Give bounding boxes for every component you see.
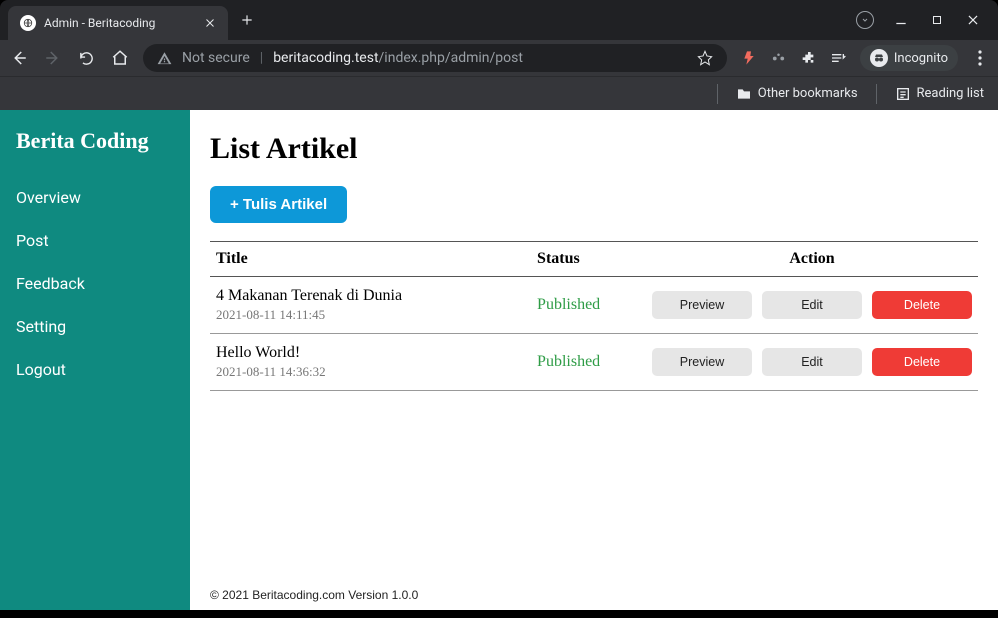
- browser-tab[interactable]: Admin - Beritacoding: [8, 6, 228, 40]
- brand-title: Berita Coding: [16, 128, 174, 154]
- sidebar: Berita Coding Overview Post Feedback Set…: [0, 110, 190, 610]
- close-icon[interactable]: [204, 17, 216, 29]
- main-content: List Artikel + Tulis Artikel Title Statu…: [190, 110, 998, 610]
- extensions-icon[interactable]: [800, 50, 816, 66]
- minimize-icon[interactable]: [892, 11, 910, 29]
- reading-list[interactable]: Reading list: [895, 86, 984, 102]
- sidebar-item-overview[interactable]: Overview: [16, 176, 174, 219]
- folder-icon: [736, 86, 752, 102]
- address-bar[interactable]: Not secure | beritacoding.test/index.php…: [143, 44, 727, 72]
- tab-title: Admin - Beritacoding: [44, 16, 155, 30]
- edit-button[interactable]: Edit: [762, 291, 862, 319]
- preview-button[interactable]: Preview: [652, 291, 752, 319]
- sidebar-item-logout[interactable]: Logout: [16, 348, 174, 391]
- footer-text: © 2021 Beritacoding.com Version 1.0.0: [210, 578, 978, 602]
- page-title: List Artikel: [210, 132, 978, 166]
- table-row: Hello World! 2021-08-11 14:36:32 Publish…: [210, 334, 978, 391]
- delete-button[interactable]: Delete: [872, 291, 972, 319]
- row-date: 2021-08-11 14:36:32: [216, 364, 525, 380]
- other-bookmarks[interactable]: Other bookmarks: [736, 86, 858, 102]
- reading-list-label: Reading list: [917, 86, 984, 101]
- row-date: 2021-08-11 14:11:45: [216, 307, 525, 323]
- extension-icon[interactable]: [771, 51, 786, 66]
- incognito-icon: [870, 49, 888, 67]
- incognito-label: Incognito: [894, 51, 948, 66]
- sidebar-item-feedback[interactable]: Feedback: [16, 262, 174, 305]
- status-badge: Published: [537, 296, 600, 313]
- maximize-icon[interactable]: [928, 11, 946, 29]
- table-row: 4 Makanan Terenak di Dunia 2021-08-11 14…: [210, 277, 978, 334]
- other-bookmarks-label: Other bookmarks: [758, 86, 858, 101]
- menu-icon[interactable]: [972, 50, 988, 66]
- browser-toolbar: Not secure | beritacoding.test/index.php…: [0, 40, 998, 76]
- bookmark-star-icon[interactable]: [697, 50, 713, 66]
- incognito-badge[interactable]: Incognito: [860, 45, 958, 71]
- window-close-icon[interactable]: [964, 11, 982, 29]
- security-label: Not secure: [182, 50, 250, 66]
- reading-list-icon[interactable]: [830, 50, 846, 66]
- col-action: Action: [646, 242, 978, 277]
- back-icon[interactable]: [10, 49, 28, 67]
- globe-icon: [20, 15, 36, 31]
- delete-button[interactable]: Delete: [872, 348, 972, 376]
- col-title: Title: [210, 242, 531, 277]
- extension-icon[interactable]: [741, 50, 757, 66]
- row-title: 4 Makanan Terenak di Dunia: [216, 287, 525, 305]
- status-badge: Published: [537, 353, 600, 370]
- row-title: Hello World!: [216, 344, 525, 362]
- home-icon[interactable]: [111, 49, 129, 67]
- url-domain: beritacoding.test: [273, 50, 378, 66]
- articles-table: Title Status Action 4 Makanan Terenak di…: [210, 241, 978, 391]
- forward-icon: [44, 49, 62, 67]
- bookmarks-bar: Other bookmarks Reading list: [0, 76, 998, 110]
- list-icon: [895, 86, 911, 102]
- sidebar-item-post[interactable]: Post: [16, 219, 174, 262]
- new-article-button[interactable]: + Tulis Artikel: [210, 186, 347, 223]
- url-path: /index.php/admin/post: [379, 50, 523, 66]
- sidebar-item-setting[interactable]: Setting: [16, 305, 174, 348]
- edit-button[interactable]: Edit: [762, 348, 862, 376]
- reload-icon[interactable]: [78, 50, 95, 67]
- preview-button[interactable]: Preview: [652, 348, 752, 376]
- new-tab-button[interactable]: [236, 9, 258, 31]
- col-status: Status: [531, 242, 646, 277]
- chevron-down-icon[interactable]: [856, 11, 874, 29]
- browser-tab-strip: Admin - Beritacoding: [0, 0, 998, 40]
- warning-icon: [157, 51, 172, 66]
